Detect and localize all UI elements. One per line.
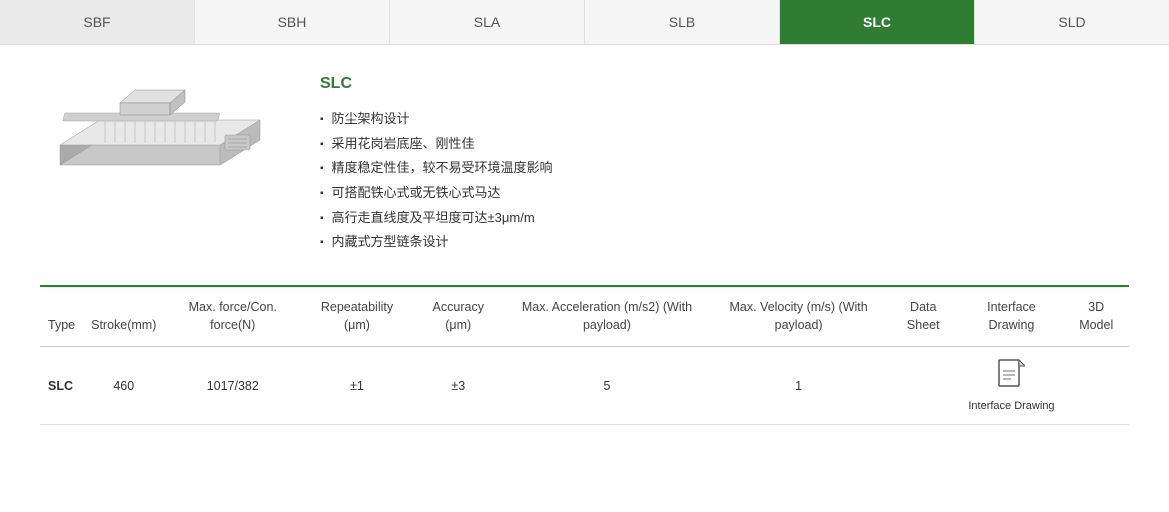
cell-max_velocity: 1 (710, 347, 887, 425)
cell-max_force: 1017/382 (164, 347, 301, 425)
cell-max_accel: 5 (504, 347, 711, 425)
cell-stroke: 460 (83, 347, 164, 425)
nav-tab-sbf[interactable]: SBF (0, 0, 195, 44)
col-header-stroke: Stroke(mm) (83, 287, 164, 347)
table-body: SLC4601017/382±1±351 Interface Drawing (40, 347, 1129, 425)
cell-model_3d (1063, 347, 1129, 425)
feature-item: 内藏式方型链条设计 (320, 230, 1129, 255)
table-section: TypeStroke(mm)Max. force/Con. force(N)Re… (0, 287, 1169, 455)
cell-accuracy: ±3 (413, 347, 504, 425)
feature-item: 高行走直线度及平坦度可达±3μm/m (320, 206, 1129, 231)
feature-item: 可搭配铁心式或无铁心式马达 (320, 181, 1129, 206)
col-header-accuracy: Accuracy (μm) (413, 287, 504, 347)
col-header-repeatability: Repeatability (μm) (301, 287, 413, 347)
cell-type: SLC (40, 347, 83, 425)
feature-item: 采用花岗岩底座、刚性佳 (320, 132, 1129, 157)
product-title: SLC (320, 75, 1129, 93)
cell-repeatability: ±1 (301, 347, 413, 425)
feature-item: 精度稳定性佳，较不易受环境温度影响 (320, 156, 1129, 181)
interface-drawing-link[interactable]: Interface Drawing (968, 359, 1054, 412)
col-header-type: Type (40, 287, 83, 347)
nav-tab-slb[interactable]: SLB (585, 0, 780, 44)
drawing-icon (997, 359, 1025, 396)
cell-interface_drawing[interactable]: Interface Drawing (959, 347, 1063, 425)
nav-tab-sla[interactable]: SLA (390, 0, 585, 44)
col-header-data_sheet: Data Sheet (887, 287, 959, 347)
top-nav: SBFSBHSLASLBSLCSLD (0, 0, 1169, 45)
col-header-interface_drawing: Interface Drawing (959, 287, 1063, 347)
product-section: SLC 防尘架构设计采用花岗岩底座、刚性佳精度稳定性佳，较不易受环境温度影响可搭… (0, 45, 1169, 275)
cell-data_sheet (887, 347, 959, 425)
specs-table: TypeStroke(mm)Max. force/Con. force(N)Re… (40, 287, 1129, 425)
col-header-max_accel: Max. Acceleration (m/s2) (With payload) (504, 287, 711, 347)
nav-tab-sld[interactable]: SLD (975, 0, 1169, 44)
nav-tab-slc[interactable]: SLC (780, 0, 975, 44)
product-info: SLC 防尘架构设计采用花岗岩底座、刚性佳精度稳定性佳，较不易受环境温度影响可搭… (320, 75, 1129, 255)
col-header-max_velocity: Max. Velocity (m/s) (With payload) (710, 287, 887, 347)
interface-drawing-label: Interface Drawing (968, 400, 1054, 412)
product-image (40, 75, 280, 218)
feature-item: 防尘架构设计 (320, 107, 1129, 132)
nav-tab-sbh[interactable]: SBH (195, 0, 390, 44)
col-header-model_3d: 3D Model (1063, 287, 1129, 347)
col-header-max_force: Max. force/Con. force(N) (164, 287, 301, 347)
table-row: SLC4601017/382±1±351 Interface Drawing (40, 347, 1129, 425)
feature-list: 防尘架构设计采用花岗岩底座、刚性佳精度稳定性佳，较不易受环境温度影响可搭配铁心式… (320, 107, 1129, 255)
product-svg (40, 75, 280, 215)
table-header-row: TypeStroke(mm)Max. force/Con. force(N)Re… (40, 287, 1129, 347)
